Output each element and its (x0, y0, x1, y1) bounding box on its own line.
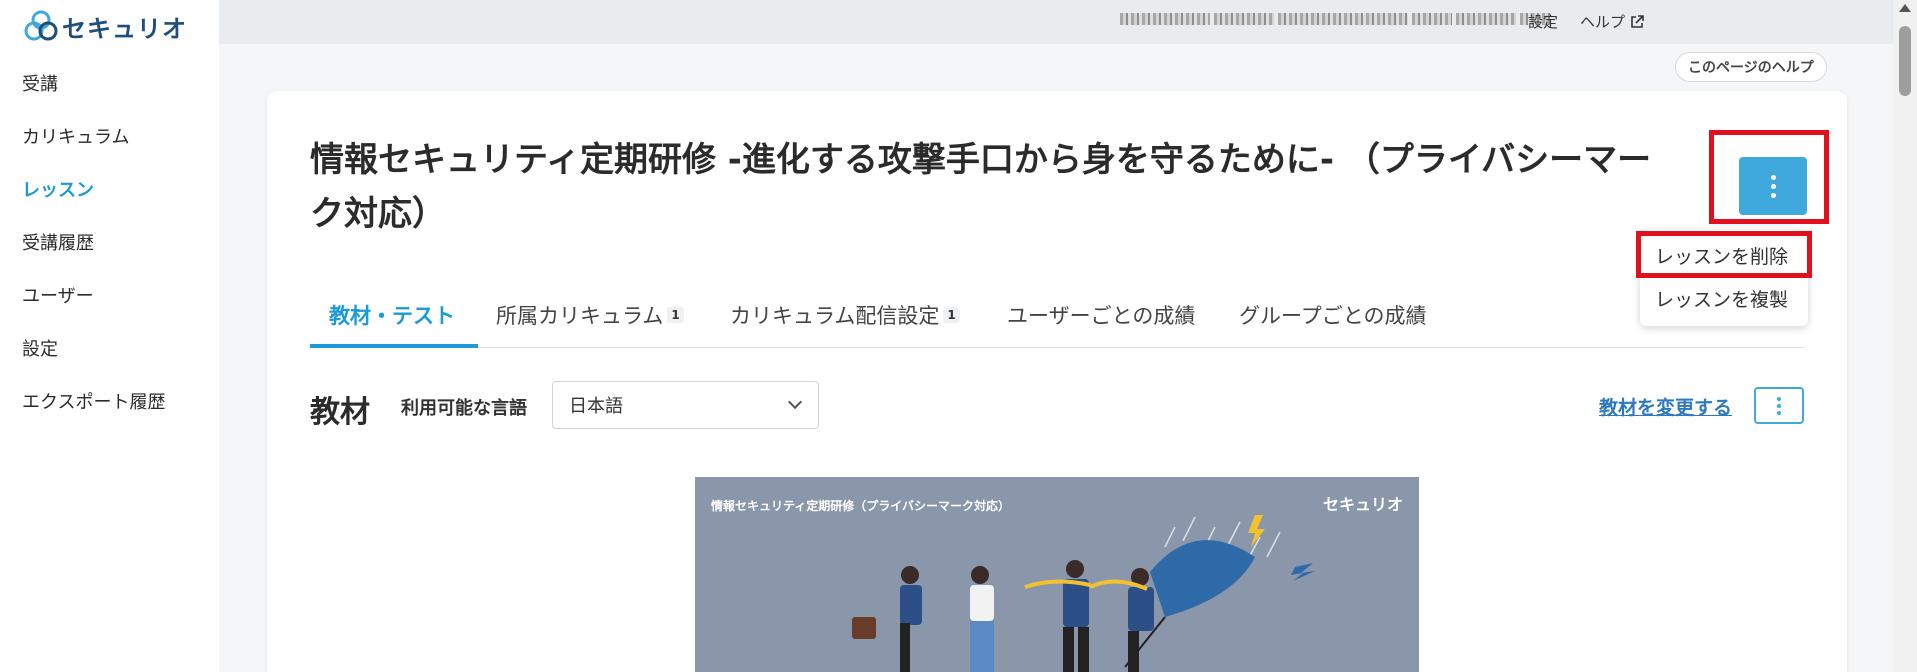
material-thumbnail[interactable]: 情報セキュリティ定期研修（プライバシーマーク対応） セキュリオ (695, 477, 1419, 672)
kebab-dot-icon (1777, 410, 1781, 415)
page-help-button[interactable]: このページのヘルプ (1675, 52, 1827, 82)
tab-label: ユーザーごとの成績 (1007, 304, 1196, 328)
sidebar: セキュリオ 受講 カリキュラム レッスン 受講履歴 ユーザー 設定 エクスポート… (0, 0, 219, 672)
external-link-icon (1631, 14, 1644, 28)
tab-label: 所属カリキュラム (496, 304, 664, 328)
lesson-tabs: 教材・テスト 所属カリキュラム 1 カリキュラム配信設定 1 ユーザーごとの成績… (310, 290, 1804, 348)
tab-count-badge: 1 (943, 307, 960, 323)
people-umbrella-illustration (852, 515, 1315, 672)
tab-curriculum[interactable]: 所属カリキュラム 1 (496, 300, 684, 330)
sidebar-nav: 受講 カリキュラム レッスン 受講履歴 ユーザー 設定 エクスポート履歴 (0, 56, 219, 427)
scroll-up-icon[interactable] (1899, 4, 1911, 12)
sidebar-item-settings[interactable]: 設定 (0, 321, 219, 374)
sidebar-item-curriculum[interactable]: カリキュラム (0, 109, 219, 162)
user-info-redacted (1120, 13, 1550, 25)
language-select[interactable]: 日本語 (552, 381, 819, 429)
app-logo[interactable]: セキュリオ (22, 8, 187, 44)
materials-heading: 教材 (310, 395, 370, 430)
kebab-dot-icon (1777, 396, 1781, 401)
tab-materials-tests[interactable]: 教材・テスト (329, 300, 455, 330)
material-menu-button[interactable] (1754, 387, 1804, 424)
kebab-dot-icon (1777, 403, 1781, 408)
tab-group-grades[interactable]: グループごとの成績 (1239, 300, 1427, 330)
chevron-down-icon (787, 394, 803, 410)
tab-curriculum-delivery[interactable]: カリキュラム配信設定 1 (730, 300, 960, 330)
tab-label: グループごとの成績 (1239, 304, 1427, 328)
language-label: 利用可能な言語 (401, 398, 527, 419)
top-settings-link[interactable]: 設定 (1528, 11, 1558, 32)
tab-user-grades[interactable]: ユーザーごとの成績 (1007, 300, 1195, 330)
highlight-box-delete-item (1636, 231, 1812, 278)
top-help-label: ヘルプ (1580, 13, 1626, 31)
change-material-link[interactable]: 教材を変更する (1599, 393, 1732, 420)
sidebar-item-lessons[interactable]: レッスン (0, 162, 219, 215)
logo-icon (24, 10, 58, 41)
sidebar-item-history[interactable]: 受講履歴 (0, 215, 219, 268)
sidebar-item-export-history[interactable]: エクスポート履歴 (0, 374, 219, 427)
sidebar-item-users[interactable]: ユーザー (0, 268, 219, 321)
highlight-box-menu-button (1709, 130, 1829, 224)
scroll-thumb[interactable] (1899, 26, 1911, 96)
language-value: 日本語 (569, 396, 623, 417)
active-tab-indicator (310, 344, 478, 348)
page-scrollbar[interactable] (1893, 0, 1917, 672)
top-help-link[interactable]: ヘルプ (1580, 11, 1645, 32)
tab-label: 教材・テスト (329, 304, 455, 328)
tab-count-badge: 1 (667, 307, 684, 323)
tab-label: カリキュラム配信設定 (730, 304, 940, 328)
sidebar-item-courses[interactable]: 受講 (0, 56, 219, 109)
page-title: 情報セキュリティ定期研修 -進化する攻撃手口から身を守るために- （プライバシー… (310, 140, 1652, 234)
logo-text: セキュリオ (62, 14, 187, 43)
